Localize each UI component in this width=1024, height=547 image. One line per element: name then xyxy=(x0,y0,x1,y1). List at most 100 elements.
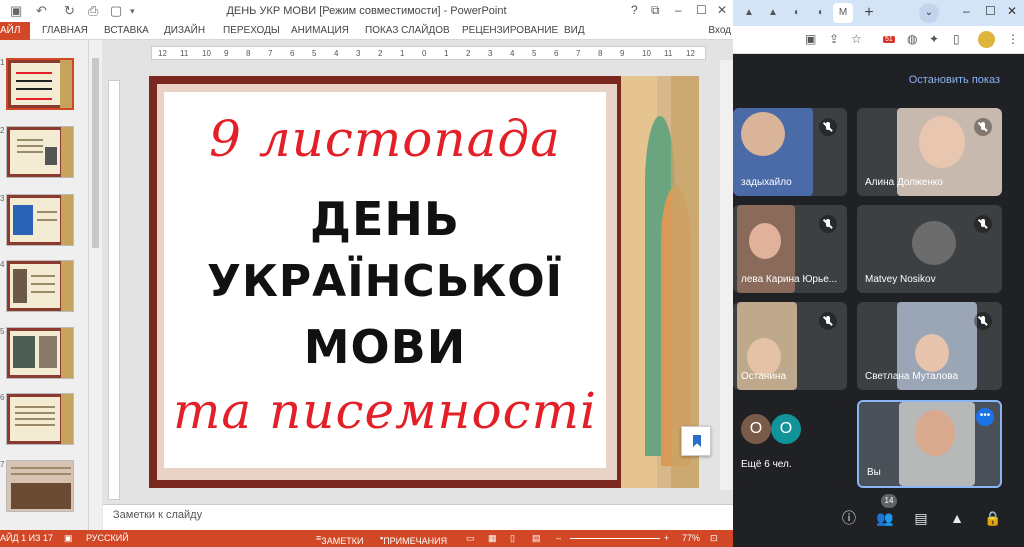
zoom-in-button[interactable]: + xyxy=(664,533,669,543)
slide-thumbnail-3[interactable] xyxy=(6,194,74,246)
tab-transitions[interactable]: ПЕРЕХОДЫ xyxy=(223,25,280,36)
sign-in-link[interactable]: Вход xyxy=(708,25,731,36)
browser-tab[interactable]: ▲ xyxy=(739,3,759,23)
thumbnail-number: 5 xyxy=(0,327,5,336)
vertical-ruler xyxy=(108,80,120,500)
thumbnails-scrollbar[interactable] xyxy=(88,40,102,530)
tab-file[interactable]: АЙЛ xyxy=(0,22,30,40)
normal-view-icon[interactable]: ▭ xyxy=(466,533,475,544)
browser-menu-icon[interactable]: ⋮ xyxy=(1007,32,1019,46)
thumbnail-row: 3 xyxy=(0,194,88,248)
mic-off-icon xyxy=(819,215,837,233)
ruler-tick-label: 11 xyxy=(664,49,673,58)
reading-view-icon[interactable]: ▯ xyxy=(510,533,515,544)
tab-animations[interactable]: АНИМАЦИЯ xyxy=(291,25,349,36)
notes-toggle-button[interactable]: ≡ ЗАМЕТКИ xyxy=(316,533,363,546)
close-button[interactable]: ✕ xyxy=(717,3,727,17)
participant-tile[interactable]: Алина Долженко xyxy=(857,108,1002,196)
zoom-slider[interactable] xyxy=(570,538,660,539)
info-icon[interactable]: ⓘ xyxy=(839,508,859,528)
notes-pane[interactable]: Заметки к слайду xyxy=(103,504,733,530)
profile-avatar[interactable] xyxy=(978,31,995,48)
slide-thumbnail-7[interactable] xyxy=(6,460,74,512)
ribbon-display-button[interactable]: ⧉ xyxy=(651,3,660,18)
slide-thumbnail-6[interactable] xyxy=(6,393,74,445)
ruler-tick-label: 3 xyxy=(488,49,493,58)
ruler-tick-label: 4 xyxy=(510,49,515,58)
ruler-tick-label: 10 xyxy=(642,49,651,58)
people-count-badge: 14 xyxy=(881,494,897,508)
ribbon-tabs: АЙЛ ГЛАВНАЯ ВСТАВКА ДИЗАЙН ПЕРЕХОДЫ АНИМ… xyxy=(0,22,733,40)
people-icon[interactable]: 👥 xyxy=(875,508,895,528)
side-panel-icon[interactable]: ▯ xyxy=(953,32,960,46)
stop-presenting-button[interactable]: Остановить показ xyxy=(909,74,1000,86)
comments-toggle-button[interactable]: ▪ ПРИМЕЧАНИЯ xyxy=(380,533,447,546)
zoom-out-button[interactable]: – xyxy=(556,533,561,543)
chat-icon[interactable]: ▤ xyxy=(911,508,931,528)
help-button[interactable]: ? xyxy=(631,3,638,17)
meet-tab[interactable]: М xyxy=(833,3,853,23)
fit-to-window-icon[interactable]: ⊡ xyxy=(710,533,718,544)
participant-tile[interactable]: Светлана Муталова xyxy=(857,302,1002,390)
editor-scrollbar[interactable] xyxy=(720,60,733,490)
thumbnail-row: 6 xyxy=(0,393,88,447)
thumbnail-number: 4 xyxy=(0,260,5,269)
participant-avatar: О xyxy=(771,414,801,444)
share-icon[interactable]: ⇪ xyxy=(829,32,839,46)
minimize-browser-button[interactable]: – xyxy=(963,4,970,18)
browser-tab[interactable]: ◐ xyxy=(787,3,807,23)
host-controls-icon[interactable]: 🔒 xyxy=(983,508,1003,528)
ruler-tick-label: 8 xyxy=(246,49,251,58)
browser-tab[interactable]: ▲ xyxy=(763,3,783,23)
tab-view[interactable]: ВИД xyxy=(564,25,585,36)
browser-toolbar: ▣ ⇪ ☆ ▪ 51 ◍ ✦ ▯ ⋮ xyxy=(733,26,1024,54)
tab-strip: ▲ ▲ ◐ ◐ М + ⌄ – ☐ ✕ xyxy=(733,0,1024,26)
close-browser-button[interactable]: ✕ xyxy=(1007,4,1017,18)
browser-tab[interactable]: ◐ xyxy=(811,3,831,23)
minimize-button[interactable]: – xyxy=(675,3,682,17)
language-indicator[interactable]: РУССКИЙ xyxy=(86,533,129,543)
spellcheck-icon[interactable]: ▣ xyxy=(64,533,73,544)
tab-slideshow[interactable]: ПОКАЗ СЛАЙДОВ xyxy=(365,25,450,36)
new-tab-button[interactable]: + xyxy=(859,3,879,23)
horizontal-ruler: 12 11 10 9 8 7 6 5 4 3 2 1 0 1 2 3 4 5 6 7 8 9 10 11 12 xyxy=(151,46,706,60)
activities-icon[interactable]: ▲ xyxy=(947,508,967,528)
zoom-level[interactable]: 77% xyxy=(682,533,700,543)
maximize-browser-button[interactable]: ☐ xyxy=(985,4,996,18)
self-tile[interactable]: ••• Вы xyxy=(857,400,1002,488)
globe-icon[interactable]: ◍ xyxy=(907,32,917,46)
thumbnail-number: 2 xyxy=(0,126,5,135)
slide-thumbnail-1[interactable] xyxy=(6,58,74,110)
bookmark-star-icon[interactable]: ☆ xyxy=(851,32,862,46)
tab-review[interactable]: РЕЦЕНЗИРОВАНИЕ xyxy=(462,25,558,36)
participant-tile[interactable]: задыхайло xyxy=(733,108,847,196)
current-slide[interactable]: 9 листопада ДЕНЬ УКРАЇНСЬКОЇ МОВИ та пис… xyxy=(149,76,699,488)
slide-thumbnail-4[interactable] xyxy=(6,260,74,312)
slide-heading-line: ДЕНЬ xyxy=(310,192,460,246)
ruler-tick-label: 11 xyxy=(180,49,189,58)
slideshow-icon[interactable]: ▤ xyxy=(532,533,541,544)
tab-home[interactable]: ГЛАВНАЯ xyxy=(42,25,88,36)
notes-toggle-label: ЗАМЕТКИ xyxy=(321,536,364,546)
slide-subtitle-line: та писемності xyxy=(172,382,597,440)
bookmark-icon[interactable] xyxy=(681,426,711,456)
slide-sorter-icon[interactable]: ▦ xyxy=(488,533,497,544)
participant-tile[interactable]: Останина xyxy=(733,302,847,390)
tab-design[interactable]: ДИЗАЙН xyxy=(164,25,205,36)
participant-tile[interactable]: Matvey Nosikov xyxy=(857,205,1002,293)
ruler-tick-label: 1 xyxy=(400,49,405,58)
participant-tile[interactable]: лева Карина Юрье... xyxy=(733,205,847,293)
slide-thumbnail-2[interactable] xyxy=(6,126,74,178)
camera-icon[interactable]: ▣ xyxy=(805,32,816,46)
tab-insert[interactable]: ВСТАВКА xyxy=(104,25,149,36)
extensions-puzzle-icon[interactable]: ✦ xyxy=(929,32,939,46)
slide-content: 9 листопада ДЕНЬ УКРАЇНСЬКОЇ МОВИ та пис… xyxy=(164,92,606,468)
browser-window: ▲ ▲ ◐ ◐ М + ⌄ – ☐ ✕ ▣ ⇪ ☆ ▪ 51 ◍ ✦ ▯ ⋮ О… xyxy=(733,0,1024,547)
maximize-button[interactable]: ☐ xyxy=(696,3,707,17)
tab-search-icon[interactable]: ⌄ xyxy=(919,3,939,23)
more-options-button[interactable]: ••• xyxy=(976,408,994,426)
ruler-tick-label: 7 xyxy=(268,49,273,58)
others-tile[interactable]: О О Ещё 6 чел. xyxy=(733,400,847,488)
mic-off-icon xyxy=(974,312,992,330)
slide-thumbnail-5[interactable] xyxy=(6,327,74,379)
